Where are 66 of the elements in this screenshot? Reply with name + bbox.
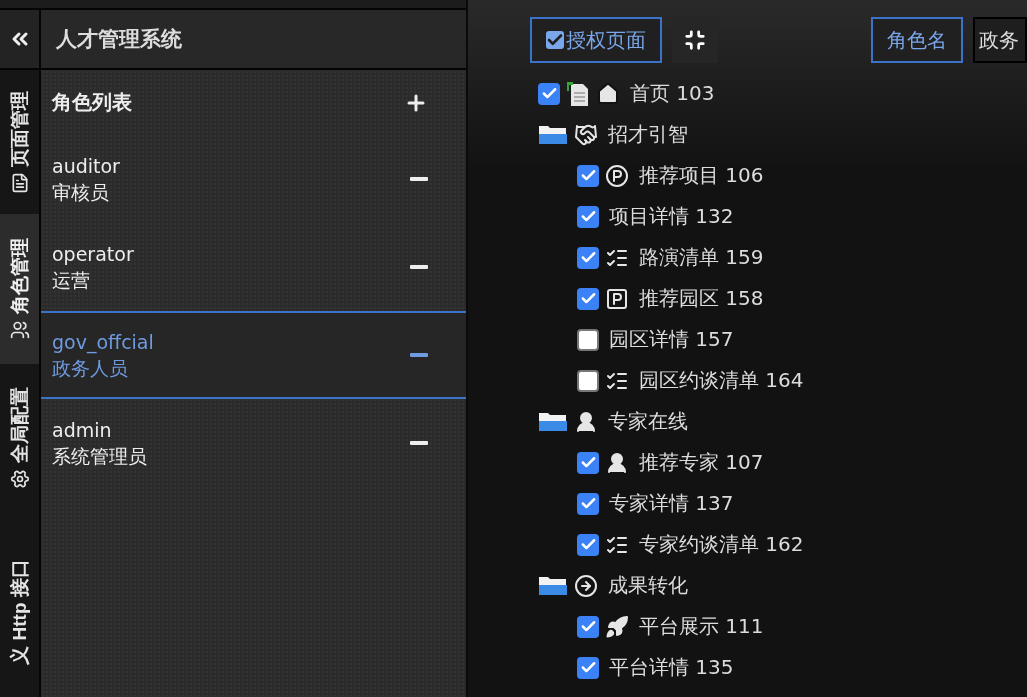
folder-icon [538,574,568,597]
rocket-icon [605,614,629,639]
role-name: auditor [52,154,120,179]
role-item[interactable]: admin 系统管理员 [41,399,466,487]
role-name-field[interactable]: 政务 [973,17,1027,63]
folder-label: 招才引智 [608,121,688,148]
minus-icon [410,441,428,445]
role-item[interactable]: operator 运营 [41,223,466,311]
handshake-icon [574,122,598,147]
parking-square-icon [605,286,629,311]
page-label: 平台展示 111 [639,613,764,640]
checkbox[interactable] [577,615,599,638]
collapse-button[interactable] [0,10,41,70]
panel-title: 角色列表 [52,89,132,116]
shrink-icon [684,29,706,51]
app-title: 人才管理系统 [41,10,466,70]
checkbox[interactable] [577,656,599,679]
folder-label: 专家在线 [608,408,688,435]
document-icon [566,80,590,107]
checkbox[interactable] [577,328,599,351]
role-name: admin [52,418,113,443]
arrow-circle-icon [574,573,598,598]
minus-icon [410,265,428,269]
page-label: 专家详情 137 [609,490,734,517]
minus-icon [410,177,428,181]
folder-icon [538,410,568,433]
home-icon [596,81,620,106]
checkbox[interactable] [577,492,599,515]
role-item[interactable]: gov_offcial 政务人员 [41,311,466,399]
checkbox[interactable] [538,82,560,105]
role-name: gov_offcial [52,330,154,355]
page-label: 平台详情 135 [609,654,734,681]
page-label: 专家约谈清单 162 [639,531,804,558]
role-label: 运营 [52,268,91,293]
role-name: operator [52,242,134,267]
checkbox[interactable] [577,246,599,269]
page-label: 园区约谈清单 164 [639,367,804,394]
checkbox[interactable] [577,533,599,556]
folder-label: 成果转化 [608,572,688,599]
parking-circle-icon [605,163,629,188]
side-tab[interactable]: 角色管理 [0,214,39,364]
page-label: 推荐专家 107 [639,449,764,476]
page-label: 推荐园区 158 [639,285,764,312]
page-label: 项目详情 132 [609,203,734,230]
page-label: 推荐项目 106 [639,162,764,189]
page-label: 路演清单 159 [639,244,764,271]
page-label: 首页 103 [630,80,715,107]
folder-icon [538,123,568,146]
role-item[interactable]: auditor 审核员 [41,135,466,223]
checkbox[interactable] [577,205,599,228]
users-icon [9,320,30,340]
checkbox[interactable] [577,451,599,474]
settings-icon [9,469,30,489]
person-icon [574,409,598,434]
role-name-button[interactable]: 角色名 [871,17,963,63]
role-label: 审核员 [52,180,110,205]
authorize-pages-button[interactable]: 授权页面 [530,17,662,63]
role-label: 系统管理员 [52,444,147,469]
checkbox[interactable] [577,287,599,310]
role-label: 政务人员 [52,356,129,381]
person-icon [605,450,629,475]
checkbox-icon [546,31,564,49]
checkbox[interactable] [577,164,599,187]
minus-icon [410,353,428,357]
page-label: 园区详情 157 [609,326,734,353]
checkbox[interactable] [577,369,599,392]
